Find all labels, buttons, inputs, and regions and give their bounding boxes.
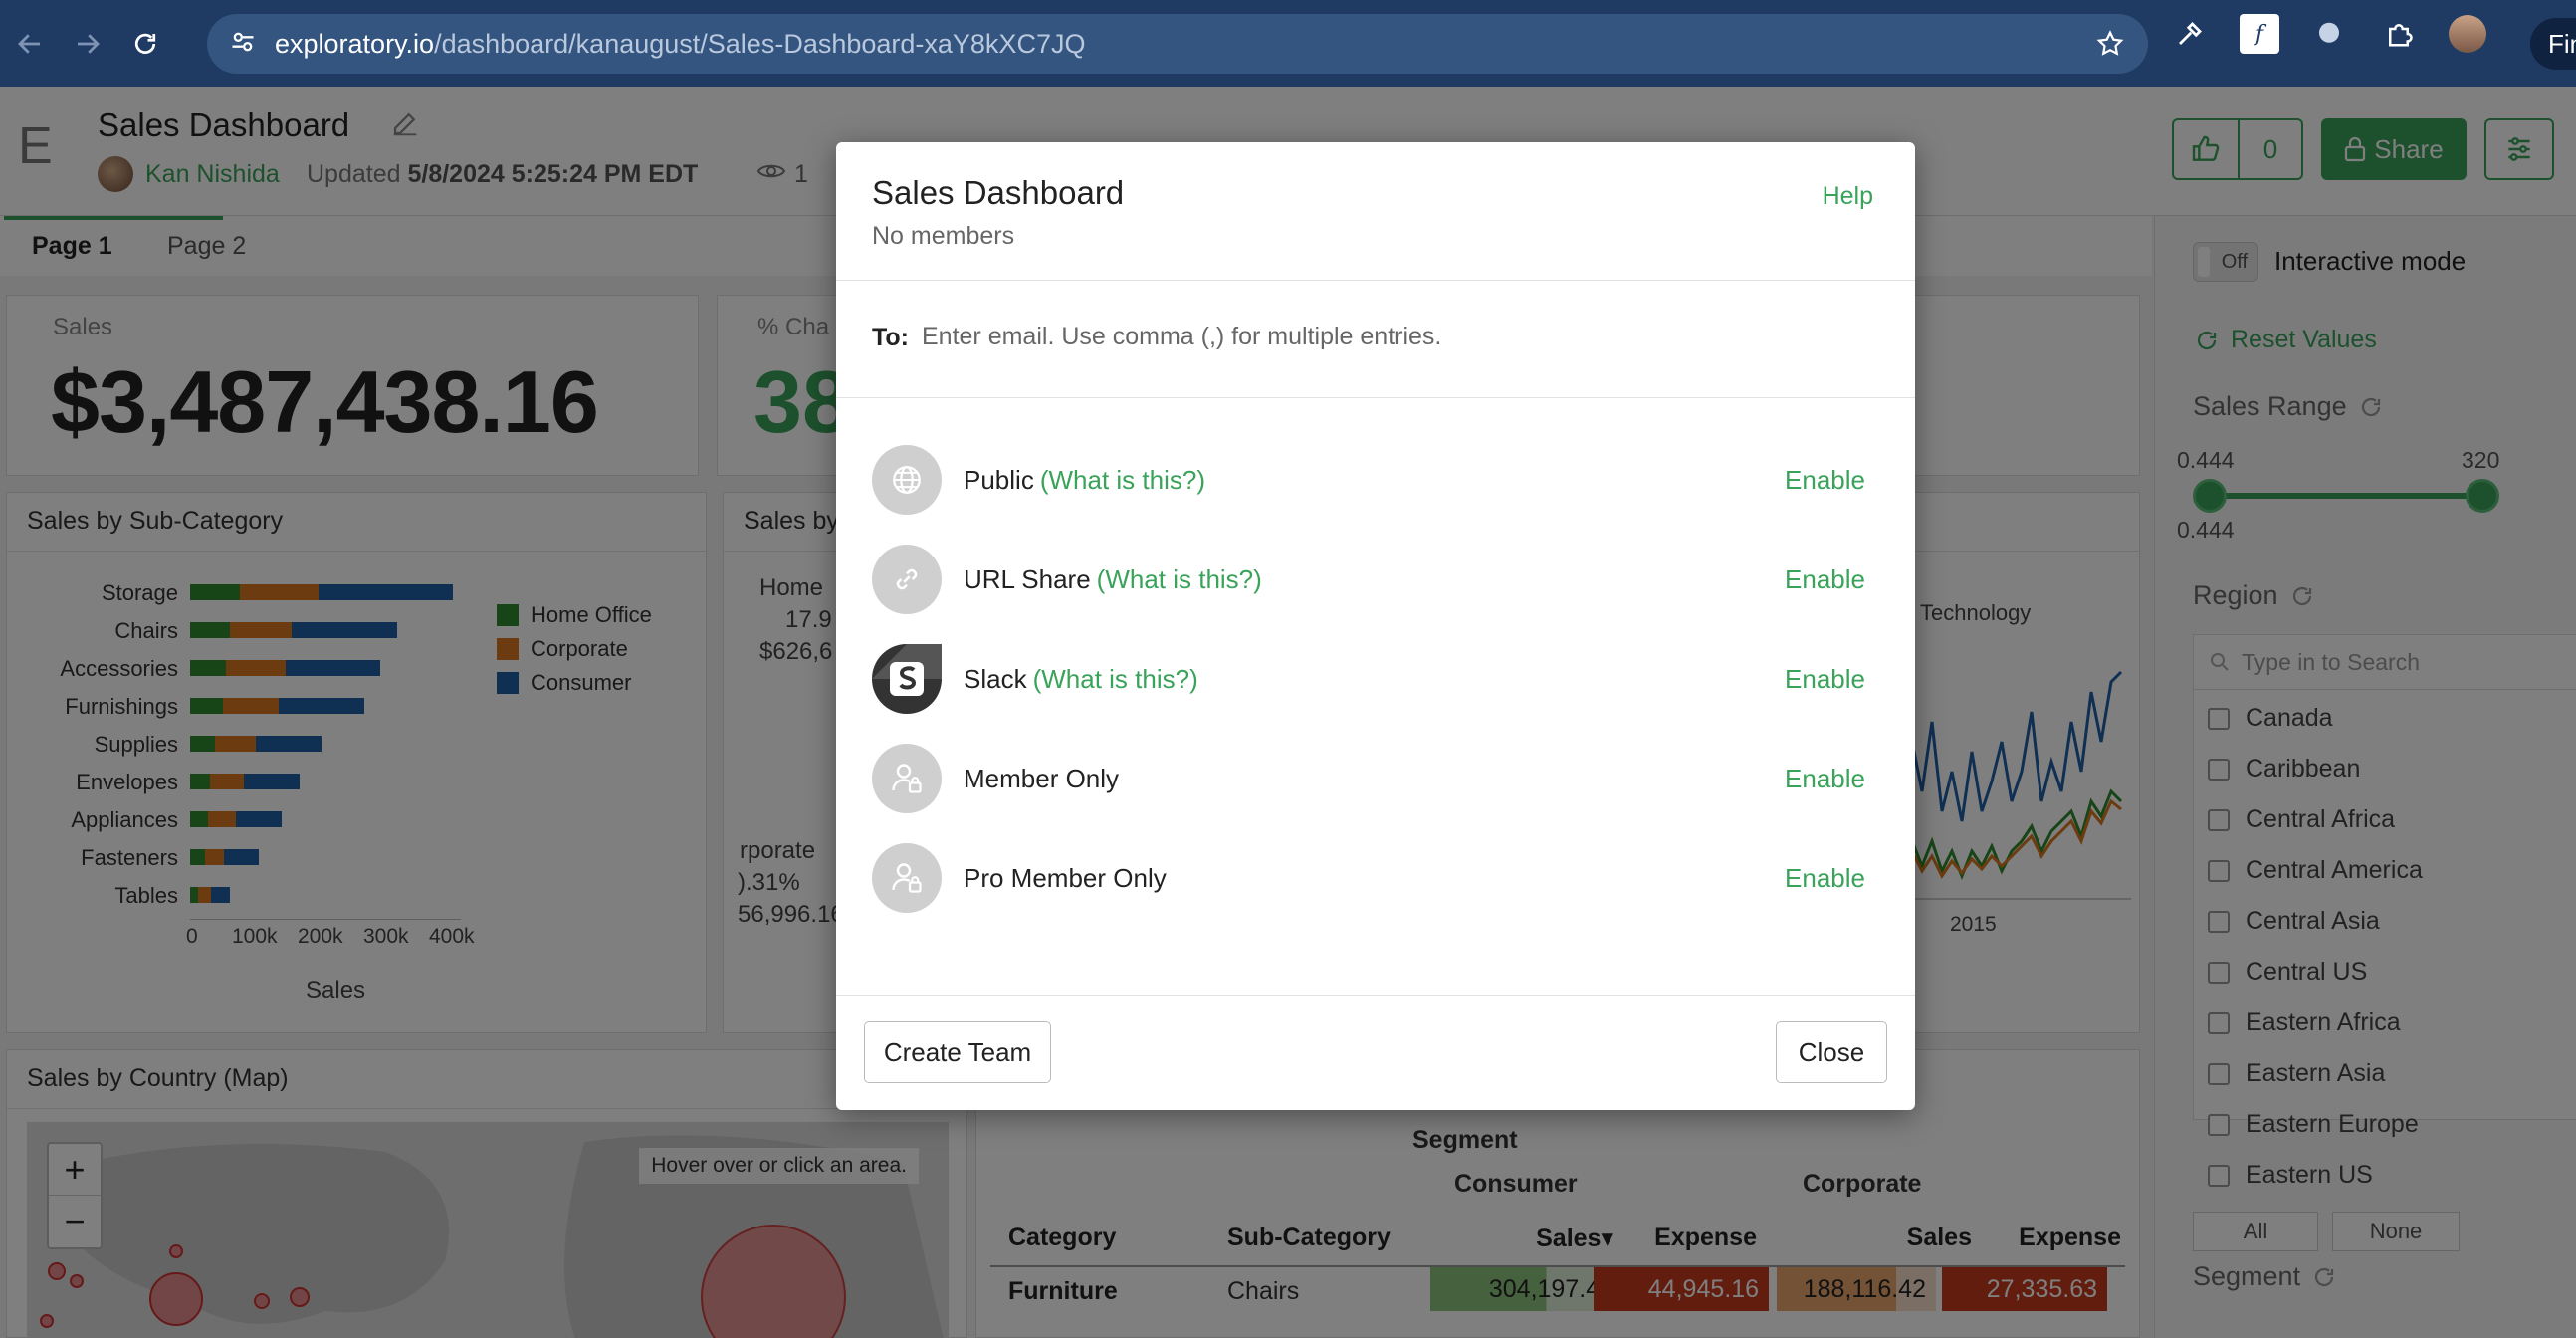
formula-extension-icon[interactable]: f <box>2240 14 2279 54</box>
browser-toolbar: exploratory.io/dashboard/kanaugust/Sales… <box>0 0 2576 87</box>
option-label: Member Only <box>964 764 1120 793</box>
email-input[interactable] <box>922 312 1877 361</box>
member-lock-icon <box>872 843 942 913</box>
enable-public-button[interactable]: Enable <box>1785 465 1865 496</box>
extensions-puzzle-icon[interactable] <box>2379 14 2419 54</box>
help-link[interactable]: Help <box>1823 182 1873 211</box>
enable-url-share-button[interactable]: Enable <box>1785 564 1865 595</box>
bookmark-star-icon[interactable] <box>2090 24 2130 64</box>
chat-extension-icon[interactable] <box>2309 14 2349 54</box>
dialog-title: Sales Dashboard <box>872 174 1125 211</box>
to-label: To: <box>872 324 910 351</box>
share-option-pro-member-only: Pro Member Only Enable <box>872 843 1879 913</box>
option-label: Pro Member Only <box>964 863 1167 893</box>
url-path: /dashboard/kanaugust/Sales-Dashboard-xaY… <box>434 28 1086 59</box>
share-dialog: Sales Dashboard No members Help To: Publ… <box>836 142 1915 1110</box>
share-option-member-only: Member Only Enable <box>872 744 1879 813</box>
what-is-this-link[interactable]: (What is this?) <box>1033 664 1198 694</box>
option-label: Slack (What is this?) <box>964 664 1198 694</box>
enable-member-only-button[interactable]: Enable <box>1785 764 1865 794</box>
close-button[interactable]: Close <box>1776 1021 1887 1083</box>
what-is-this-link[interactable]: (What is this?) <box>1040 465 1205 495</box>
url-host: exploratory.io <box>275 28 435 59</box>
site-settings-icon[interactable] <box>229 28 257 61</box>
divider <box>836 995 1915 996</box>
back-icon[interactable] <box>4 18 56 70</box>
share-option-public: Public (What is this?) Enable <box>872 445 1879 515</box>
profile-avatar[interactable] <box>2449 15 2486 53</box>
what-is-this-link[interactable]: (What is this?) <box>1097 564 1262 594</box>
create-team-button[interactable]: Create Team <box>864 1021 1051 1083</box>
share-option-url: URL Share (What is this?) Enable <box>872 545 1879 614</box>
option-label: Public (What is this?) <box>964 465 1205 495</box>
browser-finish-button[interactable]: Fin <box>2530 18 2576 70</box>
dialog-subtitle: No members <box>872 222 1015 250</box>
enable-pro-member-only-button[interactable]: Enable <box>1785 863 1865 894</box>
forward-icon[interactable] <box>62 18 113 70</box>
option-label: URL Share (What is this?) <box>964 564 1262 594</box>
address-bar[interactable]: exploratory.io/dashboard/kanaugust/Sales… <box>207 14 2148 74</box>
slack-icon <box>872 644 942 714</box>
share-option-slack: Slack (What is this?) Enable <box>872 644 1879 714</box>
enable-slack-button[interactable]: Enable <box>1785 664 1865 695</box>
member-lock-icon <box>872 744 942 813</box>
reload-icon[interactable] <box>119 18 171 70</box>
link-icon <box>872 545 942 614</box>
eyedropper-icon[interactable] <box>2170 14 2210 54</box>
globe-icon <box>872 445 942 515</box>
divider <box>836 280 1915 281</box>
divider <box>836 397 1915 398</box>
